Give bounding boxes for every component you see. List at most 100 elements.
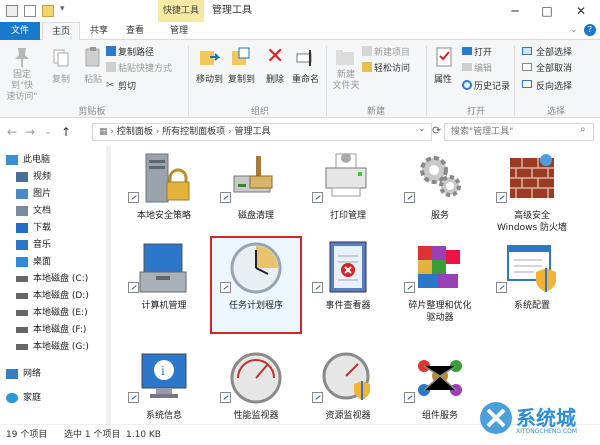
- sidebar-item-drive-c[interactable]: 本地磁盘 (C:): [16, 271, 88, 288]
- maximize-icon[interactable]: □: [532, 0, 562, 22]
- sidebar-item-documents[interactable]: 文档: [16, 203, 51, 220]
- minimize-icon[interactable]: ─: [500, 0, 530, 22]
- paste-button[interactable]: 粘贴: [84, 72, 102, 85]
- address-dropdown-icon[interactable]: ⌄: [418, 124, 426, 134]
- pin-icon[interactable]: [12, 46, 32, 68]
- list-item-system-information[interactable]: i 系统信息: [118, 348, 210, 422]
- list-item-defragment[interactable]: 碎片整理和优化 驱动器: [394, 238, 486, 324]
- properties-icon[interactable]: [434, 46, 454, 68]
- copy-to-icon[interactable]: [230, 46, 252, 68]
- picture-icon: [16, 188, 28, 199]
- close-icon[interactable]: ✕: [566, 0, 596, 22]
- sidebar-item-homegroup[interactable]: 家庭: [6, 390, 41, 407]
- tab-view[interactable]: 查看: [120, 22, 150, 40]
- list-item-resource-monitor[interactable]: 资源监视器: [302, 348, 394, 422]
- tab-file[interactable]: 文件: [0, 22, 40, 40]
- new-folder-button[interactable]: 新建 文件夹: [330, 70, 362, 92]
- copy-to-button[interactable]: 复制到: [228, 72, 255, 85]
- paste-shortcut-button[interactable]: 粘贴快捷方式: [118, 61, 172, 74]
- window-title: 管理工具: [212, 5, 252, 16]
- sidebar-item-drive-d[interactable]: 本地磁盘 (D:): [16, 288, 89, 305]
- paste-icon[interactable]: [84, 46, 102, 68]
- list-item-performance-monitor[interactable]: 性能监视器: [210, 348, 302, 422]
- watermark: 系统城 XITONGCHENG.COM: [478, 400, 600, 444]
- new-folder-quick-icon[interactable]: [42, 5, 54, 17]
- select-all-button[interactable]: 全部选择: [536, 45, 572, 58]
- rename-icon[interactable]: [296, 48, 316, 68]
- system-configuration-icon: [507, 245, 556, 292]
- component-services-icon: [418, 360, 462, 396]
- sidebar-item-network[interactable]: 网络: [6, 366, 41, 383]
- help-icon[interactable]: ?: [584, 24, 596, 36]
- edit-icon: [462, 63, 472, 71]
- shortcut-arrow-icon: [496, 282, 507, 293]
- sidebar-item-label: 本地磁盘 (D:): [33, 291, 89, 301]
- item-label: 本地安全策略: [136, 211, 191, 221]
- breadcrumb-item[interactable]: 所有控制面板项: [162, 127, 225, 137]
- sidebar-item-videos[interactable]: 视频: [16, 169, 51, 186]
- sidebar-item-pictures[interactable]: 图片: [16, 186, 51, 203]
- list-item-task-scheduler[interactable]: 任务计划程序: [210, 238, 302, 312]
- sidebar-item-drive-g[interactable]: 本地磁盘 (G:): [16, 339, 89, 356]
- homegroup-icon: [6, 392, 18, 403]
- ribbon-expand-icon[interactable]: ⌄: [570, 25, 578, 35]
- new-folder-icon[interactable]: [334, 46, 356, 68]
- quick-access-dropdown-icon[interactable]: ▾: [60, 4, 65, 14]
- list-item-system-configuration[interactable]: 系统配置: [486, 238, 578, 312]
- tab-manage[interactable]: 管理: [164, 22, 194, 40]
- move-to-button[interactable]: 移动到: [196, 72, 223, 85]
- music-icon: [16, 239, 28, 250]
- sidebar-item-drive-f[interactable]: 本地磁盘 (F:): [16, 322, 86, 339]
- easy-access-button[interactable]: 轻松访问: [374, 61, 410, 74]
- sidebar-item-music[interactable]: 音乐: [16, 237, 51, 254]
- selected-size: 1.10 KB: [126, 430, 161, 440]
- properties-quick-icon[interactable]: [24, 5, 36, 17]
- copy-button[interactable]: 复制: [52, 72, 70, 85]
- sidebar-item-drive-e[interactable]: 本地磁盘 (E:): [16, 305, 88, 322]
- delete-button[interactable]: 删除: [266, 72, 284, 85]
- forward-icon[interactable]: →: [22, 124, 38, 140]
- properties-button[interactable]: 属性: [434, 72, 452, 85]
- copy-icon[interactable]: [52, 48, 70, 68]
- pin-to-quick-access-button[interactable]: 固定到"快 速访问": [2, 70, 42, 103]
- list-item-event-viewer[interactable]: 事件查看器: [302, 238, 394, 312]
- tab-share[interactable]: 共享: [84, 22, 114, 40]
- list-item-computer-management[interactable]: 计算机管理: [118, 238, 210, 312]
- up-icon[interactable]: ↑: [58, 124, 74, 140]
- list-item-local-security-policy[interactable]: 本地安全策略: [118, 148, 210, 222]
- open-button[interactable]: 打开: [474, 45, 492, 58]
- breadcrumb-item[interactable]: 管理工具: [235, 127, 271, 137]
- list-item-component-services[interactable]: 组件服务: [394, 348, 486, 422]
- clipboard-group-label: 剪贴板: [78, 107, 106, 117]
- refresh-icon[interactable]: ⟳: [432, 124, 441, 137]
- sidebar-scrollbar[interactable]: [106, 146, 111, 424]
- recent-locations-icon[interactable]: ⌄: [40, 124, 56, 140]
- cut-button[interactable]: 剪切: [118, 79, 136, 92]
- system-menu-icon[interactable]: [6, 5, 18, 17]
- delete-icon[interactable]: ✕: [266, 44, 284, 69]
- address-bar[interactable]: ▦ › 控制面板 › 所有控制面板项 › 管理工具: [92, 123, 432, 141]
- move-to-icon[interactable]: [198, 46, 220, 68]
- select-none-button[interactable]: 全部取消: [536, 61, 572, 74]
- item-label: 系统配置: [513, 301, 550, 311]
- list-item-disk-cleanup[interactable]: 磁盘清理: [210, 148, 302, 222]
- sidebar-item-this-pc[interactable]: 此电脑: [6, 152, 50, 169]
- invert-selection-button[interactable]: 反向选择: [536, 79, 572, 92]
- rename-button[interactable]: 重命名: [292, 72, 319, 85]
- sidebar-item-desktop[interactable]: 桌面: [16, 254, 51, 271]
- new-item-button[interactable]: 新建项目: [374, 45, 410, 58]
- sidebar-item-downloads[interactable]: 下载: [16, 220, 51, 237]
- list-item-services[interactable]: 服务: [394, 148, 486, 222]
- tab-home[interactable]: 主页: [42, 22, 80, 41]
- back-icon[interactable]: ←: [4, 124, 20, 140]
- edit-button[interactable]: 编辑: [474, 61, 492, 74]
- breadcrumb-item[interactable]: 控制面板: [117, 127, 153, 137]
- drive-icon: [16, 309, 28, 316]
- list-item-firewall[interactable]: 高级安全 Windows 防火墙: [486, 148, 578, 234]
- search-input[interactable]: 搜索"管理工具": [444, 123, 594, 141]
- list-item-print-management[interactable]: 打印管理: [302, 148, 394, 222]
- copy-path-icon: [106, 46, 116, 56]
- copy-path-button[interactable]: 复制路径: [118, 45, 154, 58]
- history-button[interactable]: 历史记录: [474, 79, 510, 92]
- select-group-label: 选择: [546, 107, 565, 117]
